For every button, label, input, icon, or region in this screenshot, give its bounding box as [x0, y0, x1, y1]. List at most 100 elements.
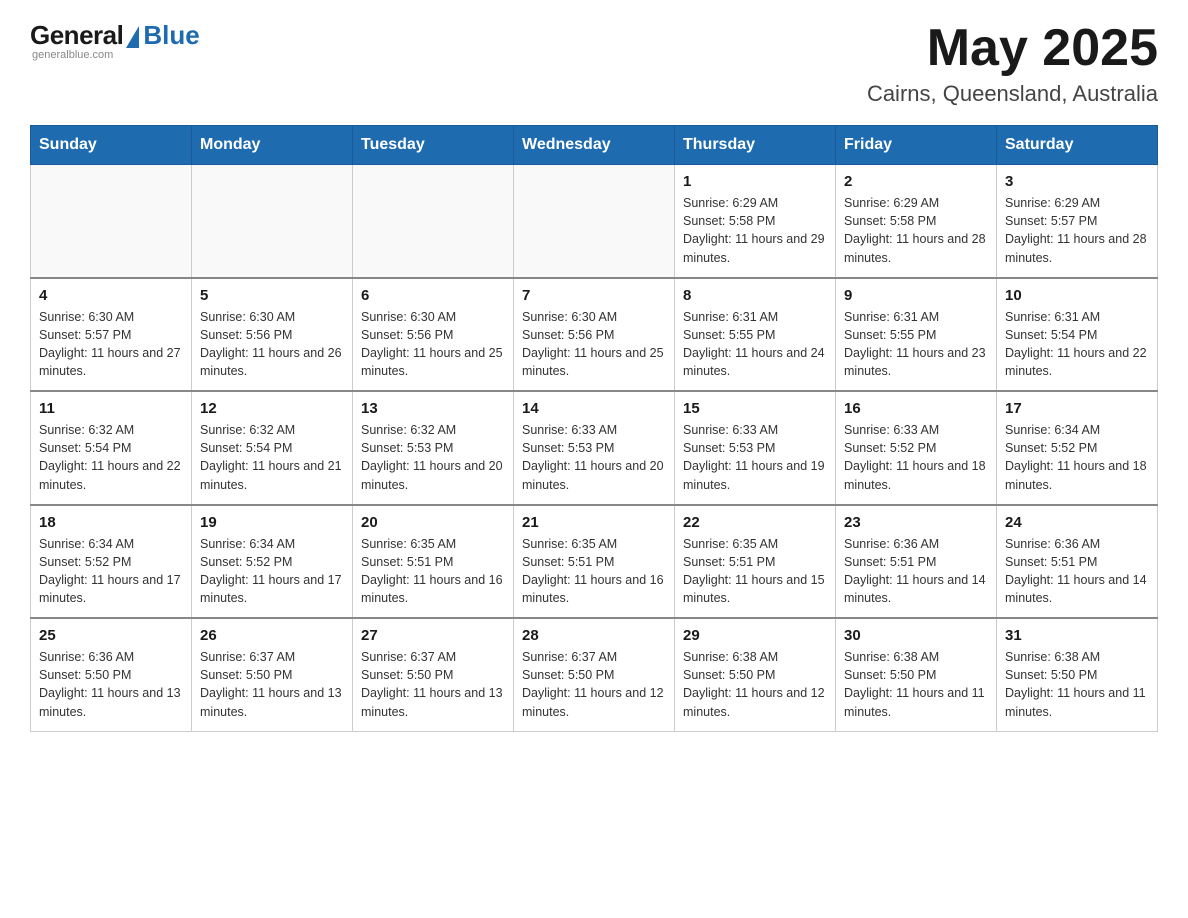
- day-info: Sunrise: 6:32 AMSunset: 5:53 PMDaylight:…: [361, 421, 505, 494]
- calendar-day-cell: 25 Sunrise: 6:36 AMSunset: 5:50 PMDayligh…: [31, 618, 192, 731]
- calendar-day-cell: [353, 165, 514, 278]
- day-info: Sunrise: 6:35 AMSunset: 5:51 PMDaylight:…: [361, 535, 505, 608]
- calendar-day-cell: 4 Sunrise: 6:30 AMSunset: 5:57 PMDaylight…: [31, 278, 192, 392]
- calendar-day-cell: 28 Sunrise: 6:37 AMSunset: 5:50 PMDayligh…: [514, 618, 675, 731]
- day-number: 24: [1005, 514, 1149, 531]
- day-info: Sunrise: 6:38 AMSunset: 5:50 PMDaylight:…: [683, 648, 827, 721]
- logo-triangle-icon: [126, 26, 139, 48]
- weekday-header-saturday: Saturday: [997, 126, 1158, 165]
- day-info: Sunrise: 6:32 AMSunset: 5:54 PMDaylight:…: [200, 421, 344, 494]
- calendar-day-cell: [192, 165, 353, 278]
- day-number: 15: [683, 400, 827, 417]
- calendar-day-cell: 13Sunrise: 6:32 AMSunset: 5:53 PMDayligh…: [353, 391, 514, 505]
- calendar-day-cell: 1Sunrise: 6:29 AMSunset: 5:58 PMDaylight…: [675, 165, 836, 278]
- calendar-day-cell: 30 Sunrise: 6:38 AMSunset: 5:50 PMDayligh…: [836, 618, 997, 731]
- weekday-header-sunday: Sunday: [31, 126, 192, 165]
- calendar-day-cell: 17Sunrise: 6:34 AMSunset: 5:52 PMDayligh…: [997, 391, 1158, 505]
- day-info: Sunrise: 6:36 AMSunset: 5:51 PMDaylight:…: [1005, 535, 1149, 608]
- calendar-day-cell: 23Sunrise: 6:36 AMSunset: 5:51 PMDayligh…: [836, 505, 997, 619]
- day-number: 12: [200, 400, 344, 417]
- day-info: Sunrise: 6:31 AMSunset: 5:54 PMDaylight:…: [1005, 308, 1149, 381]
- day-number: 10: [1005, 287, 1149, 304]
- day-number: 22: [683, 514, 827, 531]
- calendar-day-cell: 31Sunrise: 6:38 AMSunset: 5:50 PMDayligh…: [997, 618, 1158, 731]
- month-title: May 2025: [867, 20, 1158, 77]
- calendar-week-row: 18 Sunrise: 6:34 AMSunset: 5:52 PMDayligh…: [31, 505, 1158, 619]
- day-info: Sunrise: 6:36 AMSunset: 5:50 PMDaylight:…: [39, 648, 183, 721]
- weekday-header-thursday: Thursday: [675, 126, 836, 165]
- day-info: Sunrise: 6:32 AMSunset: 5:54 PMDaylight:…: [39, 421, 183, 494]
- day-info: Sunrise: 6:29 AMSunset: 5:57 PMDaylight:…: [1005, 194, 1149, 267]
- calendar-day-cell: 9 Sunrise: 6:31 AMSunset: 5:55 PMDaylight…: [836, 278, 997, 392]
- calendar-week-row: 11 Sunrise: 6:32 AMSunset: 5:54 PMDayligh…: [31, 391, 1158, 505]
- day-number: 6: [361, 287, 505, 304]
- calendar-day-cell: 8Sunrise: 6:31 AMSunset: 5:55 PMDaylight…: [675, 278, 836, 392]
- day-number: 8: [683, 287, 827, 304]
- day-number: 4: [39, 287, 183, 304]
- day-number: 14: [522, 400, 666, 417]
- day-number: 30: [844, 627, 988, 644]
- day-info: Sunrise: 6:37 AMSunset: 5:50 PMDaylight:…: [522, 648, 666, 721]
- calendar-week-row: 1Sunrise: 6:29 AMSunset: 5:58 PMDaylight…: [31, 165, 1158, 278]
- day-number: 27: [361, 627, 505, 644]
- day-info: Sunrise: 6:37 AMSunset: 5:50 PMDaylight:…: [361, 648, 505, 721]
- page-header: General Blue generalblue.com May 2025 Ca…: [30, 20, 1158, 107]
- logo-general-text: General: [30, 20, 123, 51]
- day-info: Sunrise: 6:35 AMSunset: 5:51 PMDaylight:…: [683, 535, 827, 608]
- day-info: Sunrise: 6:34 AMSunset: 5:52 PMDaylight:…: [200, 535, 344, 608]
- day-number: 9: [844, 287, 988, 304]
- calendar-header-row: SundayMondayTuesdayWednesdayThursdayFrid…: [31, 126, 1158, 165]
- day-number: 25: [39, 627, 183, 644]
- day-info: Sunrise: 6:30 AMSunset: 5:57 PMDaylight:…: [39, 308, 183, 381]
- calendar-day-cell: 10 Sunrise: 6:31 AMSunset: 5:54 PMDayligh…: [997, 278, 1158, 392]
- day-number: 19: [200, 514, 344, 531]
- day-number: 5: [200, 287, 344, 304]
- day-info: Sunrise: 6:35 AMSunset: 5:51 PMDaylight:…: [522, 535, 666, 608]
- calendar-week-row: 25 Sunrise: 6:36 AMSunset: 5:50 PMDayligh…: [31, 618, 1158, 731]
- calendar-week-row: 4 Sunrise: 6:30 AMSunset: 5:57 PMDaylight…: [31, 278, 1158, 392]
- day-info: Sunrise: 6:33 AMSunset: 5:53 PMDaylight:…: [683, 421, 827, 494]
- calendar-day-cell: 18 Sunrise: 6:34 AMSunset: 5:52 PMDayligh…: [31, 505, 192, 619]
- day-number: 18: [39, 514, 183, 531]
- calendar-day-cell: 5 Sunrise: 6:30 AMSunset: 5:56 PMDaylight…: [192, 278, 353, 392]
- calendar-day-cell: 20 Sunrise: 6:35 AMSunset: 5:51 PMDayligh…: [353, 505, 514, 619]
- calendar-day-cell: 14 Sunrise: 6:33 AMSunset: 5:53 PMDayligh…: [514, 391, 675, 505]
- day-info: Sunrise: 6:29 AMSunset: 5:58 PMDaylight:…: [844, 194, 988, 267]
- day-info: Sunrise: 6:34 AMSunset: 5:52 PMDaylight:…: [1005, 421, 1149, 494]
- day-info: Sunrise: 6:29 AMSunset: 5:58 PMDaylight:…: [683, 194, 827, 267]
- calendar-day-cell: 22 Sunrise: 6:35 AMSunset: 5:51 PMDayligh…: [675, 505, 836, 619]
- day-number: 28: [522, 627, 666, 644]
- calendar-day-cell: 12 Sunrise: 6:32 AMSunset: 5:54 PMDayligh…: [192, 391, 353, 505]
- day-number: 23: [844, 514, 988, 531]
- calendar-day-cell: 16 Sunrise: 6:33 AMSunset: 5:52 PMDayligh…: [836, 391, 997, 505]
- location-title: Cairns, Queensland, Australia: [867, 81, 1158, 107]
- calendar-table: SundayMondayTuesdayWednesdayThursdayFrid…: [30, 125, 1158, 732]
- logo-blue-text: Blue: [143, 20, 199, 51]
- day-info: Sunrise: 6:38 AMSunset: 5:50 PMDaylight:…: [844, 648, 988, 721]
- calendar-day-cell: 24 Sunrise: 6:36 AMSunset: 5:51 PMDayligh…: [997, 505, 1158, 619]
- day-number: 20: [361, 514, 505, 531]
- day-info: Sunrise: 6:30 AMSunset: 5:56 PMDaylight:…: [200, 308, 344, 381]
- day-number: 31: [1005, 627, 1149, 644]
- calendar-day-cell: 6 Sunrise: 6:30 AMSunset: 5:56 PMDaylight…: [353, 278, 514, 392]
- calendar-day-cell: [514, 165, 675, 278]
- calendar-day-cell: 27 Sunrise: 6:37 AMSunset: 5:50 PMDayligh…: [353, 618, 514, 731]
- day-number: 2: [844, 173, 988, 190]
- logo: General Blue generalblue.com: [30, 20, 200, 61]
- calendar-day-cell: 19 Sunrise: 6:34 AMSunset: 5:52 PMDayligh…: [192, 505, 353, 619]
- day-info: Sunrise: 6:31 AMSunset: 5:55 PMDaylight:…: [844, 308, 988, 381]
- calendar-day-cell: 7Sunrise: 6:30 AMSunset: 5:56 PMDaylight…: [514, 278, 675, 392]
- day-info: Sunrise: 6:33 AMSunset: 5:52 PMDaylight:…: [844, 421, 988, 494]
- day-info: Sunrise: 6:37 AMSunset: 5:50 PMDaylight:…: [200, 648, 344, 721]
- day-number: 7: [522, 287, 666, 304]
- day-info: Sunrise: 6:30 AMSunset: 5:56 PMDaylight:…: [361, 308, 505, 381]
- day-number: 16: [844, 400, 988, 417]
- day-number: 29: [683, 627, 827, 644]
- day-info: Sunrise: 6:34 AMSunset: 5:52 PMDaylight:…: [39, 535, 183, 608]
- calendar-day-cell: 26Sunrise: 6:37 AMSunset: 5:50 PMDayligh…: [192, 618, 353, 731]
- calendar-day-cell: 21Sunrise: 6:35 AMSunset: 5:51 PMDayligh…: [514, 505, 675, 619]
- day-number: 11: [39, 400, 183, 417]
- weekday-header-monday: Monday: [192, 126, 353, 165]
- logo-tagline: generalblue.com: [32, 49, 113, 61]
- day-info: Sunrise: 6:33 AMSunset: 5:53 PMDaylight:…: [522, 421, 666, 494]
